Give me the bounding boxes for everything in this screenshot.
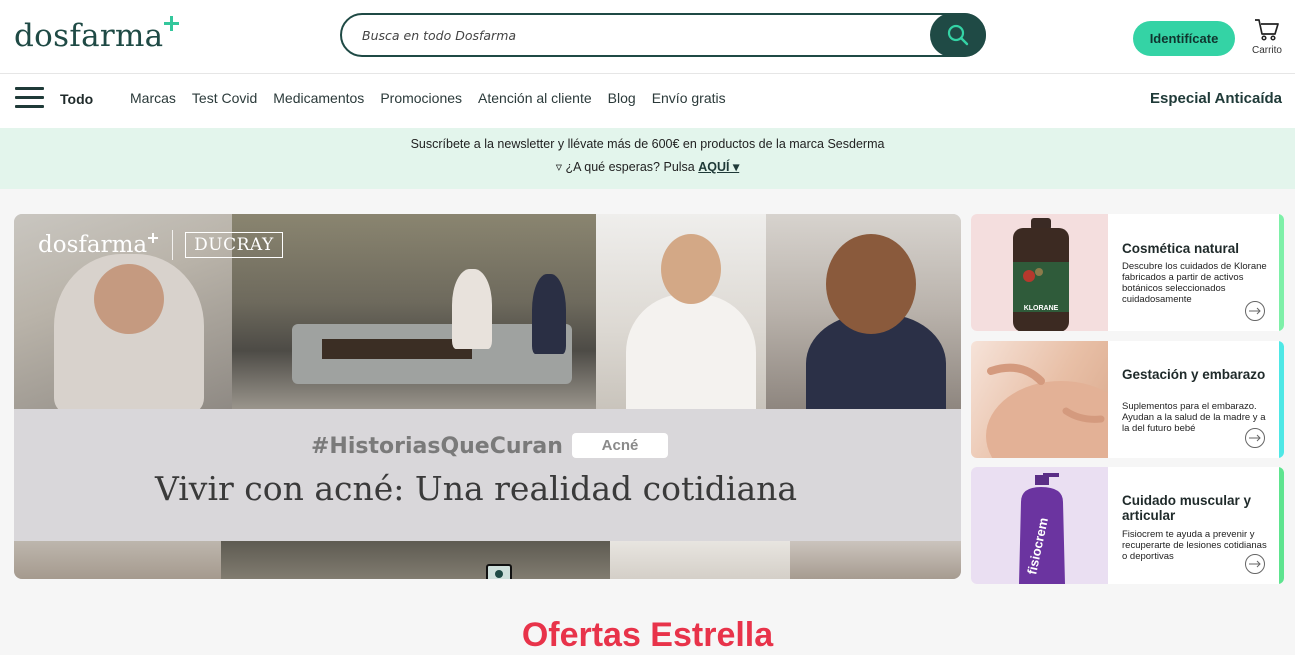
hero-banner[interactable]: dosfarma DUCRAY #HistoriasQueCuran Acné … bbox=[14, 214, 961, 579]
arrow-right-icon[interactable] bbox=[1245, 554, 1265, 574]
card-accent-bar bbox=[1279, 341, 1284, 458]
promo-card-cosmetica-natural[interactable]: KLORANE Cosmética natural Descubre los c… bbox=[971, 214, 1284, 331]
hero-photo-3 bbox=[596, 214, 766, 409]
hero-brand-logos: dosfarma DUCRAY bbox=[38, 230, 283, 260]
hero-text-area: #HistoriasQueCuran Acné Vivir con acné: … bbox=[14, 409, 961, 541]
logo-text: dosfarma bbox=[14, 18, 164, 54]
nav-link-medicamentos[interactable]: Medicamentos bbox=[273, 90, 364, 106]
fisiocrem-bottle-icon: fisiocrem bbox=[1019, 473, 1065, 584]
hero-ducray-logo: DUCRAY bbox=[185, 232, 283, 258]
hero-hashtag: #HistoriasQueCuran bbox=[311, 434, 563, 459]
newsletter-cta-line: ▿ ¿A qué esperas? Pulsa AQUÍ ▾ bbox=[0, 159, 1295, 174]
card-title: Gestación y embarazo bbox=[1122, 367, 1266, 382]
card-image-pregnancy bbox=[971, 341, 1136, 458]
search-bar bbox=[340, 13, 986, 57]
promo-card-cuidado-muscular[interactable]: fisiocrem Cuidado muscular y articular F… bbox=[971, 467, 1284, 584]
nav-links: Marcas Test Covid Medicamentos Promocion… bbox=[130, 90, 742, 106]
section-title-ofertas: Ofertas Estrella bbox=[521, 616, 774, 654]
card-title: Cosmética natural bbox=[1122, 241, 1240, 256]
hero-photo-2 bbox=[232, 214, 596, 409]
newsletter-link[interactable]: AQUÍ ▾ bbox=[698, 160, 739, 174]
logo-plus-icon bbox=[164, 16, 180, 31]
menu-icon[interactable] bbox=[15, 87, 45, 109]
nav-link-blog[interactable]: Blog bbox=[608, 90, 636, 106]
cart-icon bbox=[1255, 19, 1279, 41]
card-image-klorane: KLORANE bbox=[971, 214, 1108, 331]
login-button[interactable]: Identifícate bbox=[1133, 21, 1235, 56]
header: dosfarma Identifícate Carrito bbox=[0, 0, 1295, 74]
arrow-right-icon[interactable] bbox=[1245, 301, 1265, 321]
carousel-dot-active[interactable] bbox=[486, 564, 512, 579]
card-title: Cuidado muscular y articular bbox=[1122, 493, 1252, 523]
nav-link-atencion-cliente[interactable]: Atención al cliente bbox=[478, 90, 592, 106]
hero-logo-divider bbox=[172, 230, 174, 260]
svg-text:KLORANE: KLORANE bbox=[1024, 305, 1059, 312]
newsletter-cta-text: ▿ ¿A qué esperas? Pulsa bbox=[555, 160, 695, 174]
card-image-fisiocrem: fisiocrem bbox=[971, 467, 1108, 584]
promo-card-gestacion[interactable]: Gestación y embarazo Suplementos para el… bbox=[971, 341, 1284, 458]
cart-button[interactable]: Carrito bbox=[1247, 16, 1287, 60]
hero-photo-4 bbox=[766, 214, 961, 409]
main-nav: Todo Marcas Test Covid Medicamentos Prom… bbox=[0, 74, 1295, 128]
search-button[interactable] bbox=[930, 13, 986, 57]
nav-link-marcas[interactable]: Marcas bbox=[130, 90, 176, 106]
nav-link-promociones[interactable]: Promociones bbox=[380, 90, 462, 106]
klorane-bottle-icon: KLORANE bbox=[1013, 218, 1069, 331]
card-description: Descubre los cuidados de Klorane fabrica… bbox=[1122, 261, 1267, 305]
nav-link-test-covid[interactable]: Test Covid bbox=[192, 90, 257, 106]
arrow-right-icon[interactable] bbox=[1245, 428, 1265, 448]
nav-special-link[interactable]: Especial Anticaída bbox=[1150, 90, 1282, 107]
nav-link-envio-gratis[interactable]: Envío gratis bbox=[652, 90, 726, 106]
card-accent-bar bbox=[1279, 214, 1284, 331]
search-input[interactable] bbox=[362, 15, 922, 55]
dosfarma-logo[interactable]: dosfarma bbox=[14, 14, 180, 58]
hero-headline: Vivir con acné: Una realidad cotidiana bbox=[155, 469, 798, 508]
newsletter-banner: Suscríbete a la newsletter y llévate más… bbox=[0, 128, 1295, 189]
search-icon bbox=[947, 24, 969, 46]
cart-label: Carrito bbox=[1251, 45, 1282, 56]
nav-all-label[interactable]: Todo bbox=[60, 91, 93, 107]
hero-plus-icon bbox=[148, 233, 159, 243]
card-accent-bar bbox=[1279, 467, 1284, 584]
pregnancy-belly-icon bbox=[986, 363, 1136, 458]
hero-dosfarma-logo: dosfarma bbox=[38, 232, 148, 258]
newsletter-text: Suscríbete a la newsletter y llévate más… bbox=[410, 137, 885, 151]
hero-tag: Acné bbox=[572, 433, 668, 458]
